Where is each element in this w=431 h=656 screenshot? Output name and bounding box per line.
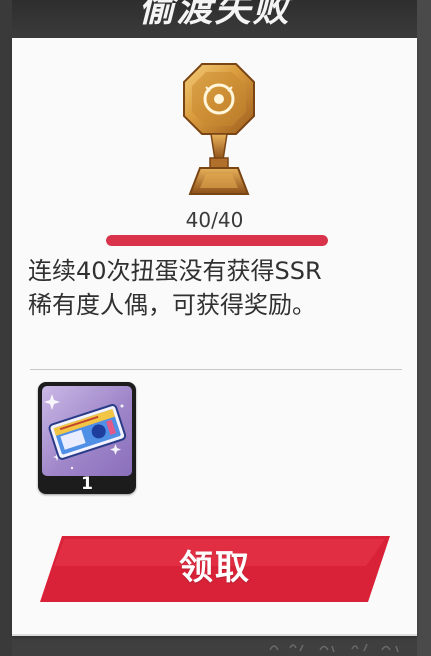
reward-item[interactable]: 1 [38, 382, 136, 494]
claim-button-label: 领取 [179, 548, 251, 588]
progress-count: 40/40 [185, 208, 244, 232]
progress-bar-fill [106, 235, 328, 246]
backdrop-left [0, 0, 12, 656]
dialog-title: 偷渡失败 [138, 0, 291, 30]
divider [30, 369, 402, 370]
progress-bar [106, 235, 328, 246]
dialog-header: 偷渡失败 [12, 0, 417, 39]
ticket-icon [44, 394, 127, 470]
reward-description: 连续40次扭蛋没有获得SSR 稀有度人偶，可获得奖励。 [28, 254, 408, 322]
footer-decoration [269, 643, 399, 653]
reward-item-image [42, 386, 132, 476]
description-line-2: 稀有度人偶，可获得奖励。 [28, 291, 316, 319]
reward-dialog: 40/40 连续40次扭蛋没有获得SSR 稀有度人偶，可获得奖励。 1 领取 [12, 38, 417, 636]
description-line-1: 连续40次扭蛋没有获得SSR [28, 257, 322, 285]
trophy-icon [183, 63, 255, 195]
backdrop-right [417, 0, 431, 656]
claim-button[interactable]: 领取 [40, 536, 390, 602]
reward-quantity: 1 [81, 474, 93, 494]
